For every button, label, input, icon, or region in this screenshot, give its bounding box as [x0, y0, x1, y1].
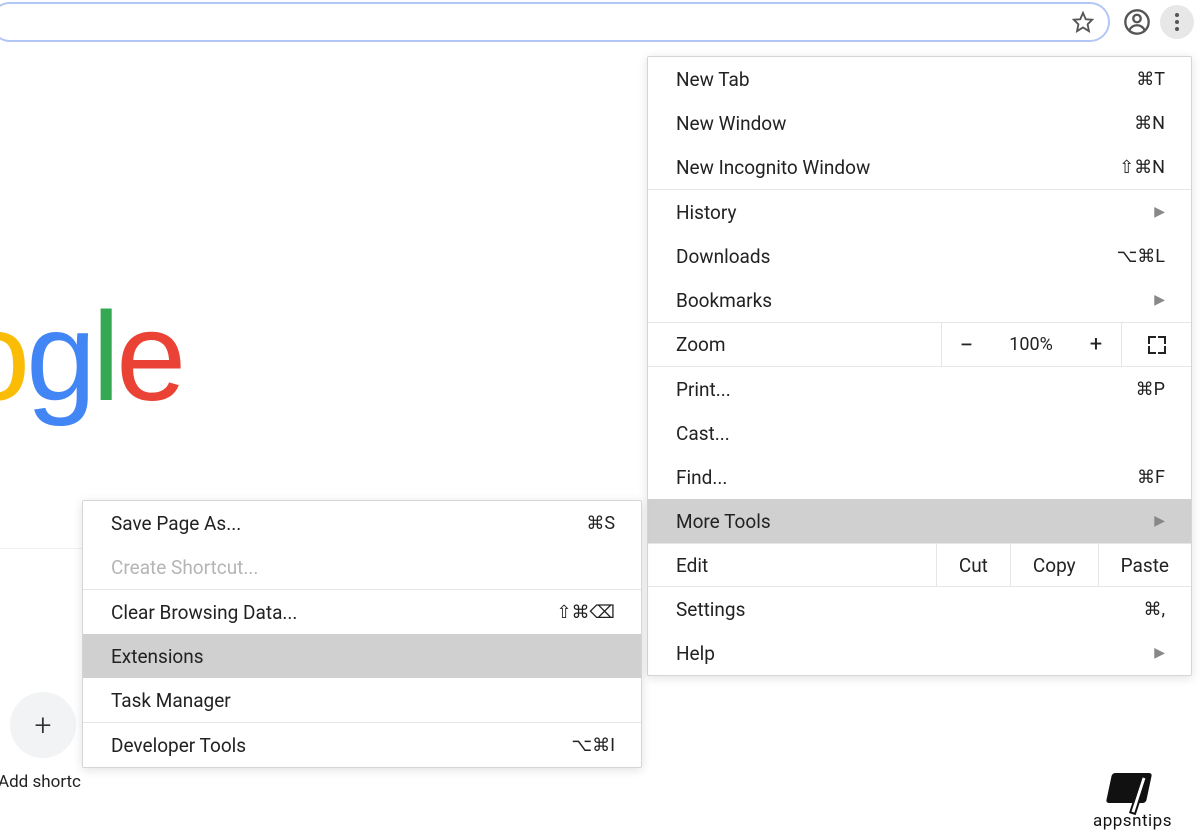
menu-shortcut: ⌘N	[1134, 113, 1165, 134]
menu-item-zoom: Zoom − 100% +	[648, 323, 1191, 367]
menu-label: Developer Tools	[111, 734, 571, 757]
menu-item-history[interactable]: History ▶	[648, 190, 1191, 234]
plus-icon: +	[35, 708, 52, 743]
edit-paste-button[interactable]: Paste	[1098, 543, 1191, 587]
logo-letter: o	[0, 286, 26, 427]
zoom-label: Zoom	[648, 333, 941, 356]
menu-shortcut: ⇧⌘⌫	[556, 602, 615, 623]
watermark: appsntips	[1093, 773, 1172, 831]
menu-shortcut: ⌘T	[1136, 69, 1165, 90]
menu-shortcut: ⌥⌘L	[1117, 246, 1165, 267]
watermark-text: appsntips	[1093, 811, 1172, 831]
menu-item-new-incognito[interactable]: New Incognito Window ⇧⌘N	[648, 145, 1191, 189]
kebab-icon	[1175, 13, 1179, 31]
submenu-item-create-shortcut: Create Shortcut...	[83, 545, 641, 589]
logo-letter: e	[116, 286, 182, 427]
logo-letter: l	[92, 286, 116, 427]
menu-shortcut: ⌘S	[586, 513, 615, 534]
chevron-right-icon: ▶	[1154, 292, 1165, 308]
zoom-value: 100%	[991, 323, 1071, 367]
menu-item-new-window[interactable]: New Window ⌘N	[648, 101, 1191, 145]
menu-button[interactable]	[1160, 5, 1194, 39]
submenu-item-extensions[interactable]: Extensions	[83, 634, 641, 678]
logo-letter: g	[26, 286, 92, 427]
menu-item-settings[interactable]: Settings ⌘,	[648, 587, 1191, 631]
chevron-right-icon: ▶	[1154, 204, 1165, 220]
menu-shortcut: ⌥⌘I	[571, 735, 615, 756]
menu-label: New Window	[676, 112, 1134, 135]
add-shortcut-button[interactable]: +	[10, 692, 76, 758]
main-menu: New Tab ⌘T New Window ⌘N New Incognito W…	[647, 56, 1192, 676]
submenu-item-task-manager[interactable]: Task Manager	[83, 678, 641, 722]
watermark-icon	[1109, 773, 1155, 809]
menu-label: Save Page As...	[111, 512, 586, 535]
submenu-item-save-page[interactable]: Save Page As... ⌘S	[83, 501, 641, 545]
menu-label: Settings	[676, 598, 1143, 621]
edit-label: Edit	[648, 554, 936, 577]
fullscreen-button[interactable]	[1121, 323, 1191, 367]
google-logo: ogle	[0, 284, 182, 429]
menu-label: Find...	[676, 466, 1137, 489]
address-bar[interactable]	[0, 2, 1110, 42]
menu-label: Extensions	[111, 645, 615, 668]
menu-item-print[interactable]: Print... ⌘P	[648, 367, 1191, 411]
menu-item-cast[interactable]: Cast...	[648, 411, 1191, 455]
menu-label: More Tools	[676, 510, 1154, 533]
bookmark-star-icon[interactable]	[1072, 11, 1094, 33]
submenu-item-developer-tools[interactable]: Developer Tools ⌥⌘I	[83, 723, 641, 767]
menu-label: Help	[676, 642, 1154, 665]
submenu-item-clear-browsing[interactable]: Clear Browsing Data... ⇧⌘⌫	[83, 590, 641, 634]
edit-copy-button[interactable]: Copy	[1010, 543, 1098, 587]
menu-shortcut: ⇧⌘N	[1119, 157, 1165, 178]
zoom-in-button[interactable]: +	[1071, 323, 1121, 367]
zoom-out-button[interactable]: −	[941, 323, 991, 367]
profile-button[interactable]	[1120, 5, 1154, 39]
menu-label: Clear Browsing Data...	[111, 601, 556, 624]
menu-item-help[interactable]: Help ▶	[648, 631, 1191, 675]
menu-label: New Incognito Window	[676, 156, 1119, 179]
more-tools-submenu: Save Page As... ⌘S Create Shortcut... Cl…	[82, 500, 642, 768]
menu-label: Task Manager	[111, 689, 615, 712]
toolbar	[0, 0, 1200, 44]
menu-label: Downloads	[676, 245, 1117, 268]
menu-label: Print...	[676, 378, 1136, 401]
menu-item-downloads[interactable]: Downloads ⌥⌘L	[648, 234, 1191, 278]
menu-shortcut: ⌘P	[1136, 379, 1165, 400]
menu-shortcut: ⌘F	[1137, 467, 1165, 488]
menu-label: Cast...	[676, 422, 1165, 445]
menu-item-bookmarks[interactable]: Bookmarks ▶	[648, 278, 1191, 322]
menu-item-new-tab[interactable]: New Tab ⌘T	[648, 57, 1191, 101]
menu-shortcut: ⌘,	[1143, 599, 1165, 620]
menu-label: Create Shortcut...	[111, 556, 615, 579]
menu-item-find[interactable]: Find... ⌘F	[648, 455, 1191, 499]
fullscreen-icon	[1148, 336, 1166, 354]
chevron-right-icon: ▶	[1154, 513, 1165, 529]
edit-cut-button[interactable]: Cut	[936, 543, 1010, 587]
add-shortcut-label: Add shortc	[0, 772, 81, 792]
menu-label: New Tab	[676, 68, 1136, 91]
menu-label: Bookmarks	[676, 289, 1154, 312]
menu-item-edit: Edit Cut Copy Paste	[648, 543, 1191, 587]
chevron-right-icon: ▶	[1154, 645, 1165, 661]
menu-item-more-tools[interactable]: More Tools ▶	[648, 499, 1191, 543]
menu-label: History	[676, 201, 1154, 224]
